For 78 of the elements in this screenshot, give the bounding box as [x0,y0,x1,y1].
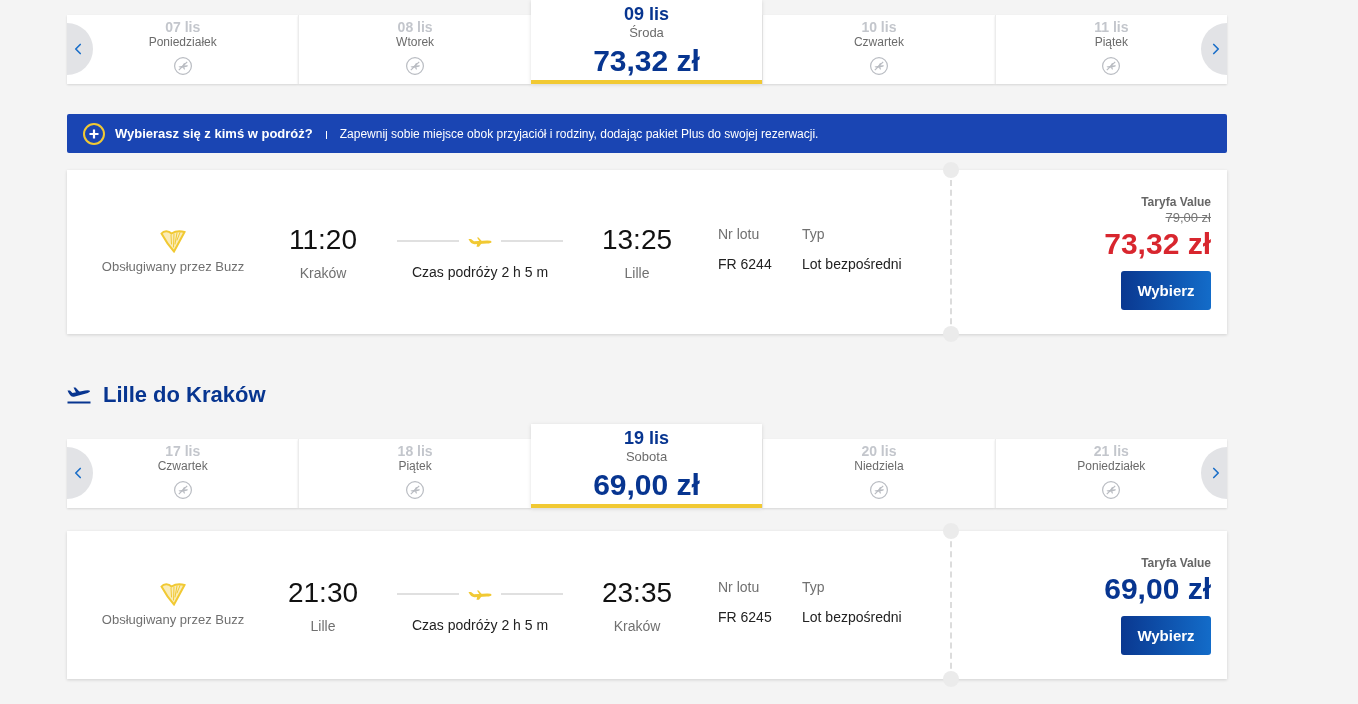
crossed-plane-icon [173,57,192,75]
day-price: 69,00 zł [593,467,700,503]
ticket-notch [943,671,959,687]
date-label: 18 lis [397,443,433,459]
date-label: 21 lis [1093,443,1129,459]
crossed-plane-icon [1102,57,1121,75]
date-label: 19 lis [624,427,670,449]
ticket-notch [943,326,959,342]
flight-type-label: Typ [802,225,825,243]
crossed-plane-icon [869,481,888,499]
select-button[interactable]: Wybierz [1121,271,1211,310]
duration-text: Czas podróży 2 h 5 m [411,264,549,280]
flight-type-label: Typ [802,578,825,596]
flight-number-label: Nr lotu [718,225,760,243]
date-label: 09 lis [624,3,670,25]
date-label: 08 lis [397,19,433,35]
weekday-label: Poniedziałek [1077,459,1146,474]
crossed-plane-icon [869,57,888,75]
select-button[interactable]: Wybierz [1121,616,1211,655]
operator-text: Obsługiwany przez Buzz [101,259,245,275]
operator-text: Obsługiwany przez Buzz [101,612,245,628]
weekday-label: Niedziela [854,459,904,474]
arrival-time: 13:25 [601,222,673,257]
date-tab[interactable]: 08 lis Wtorek [298,15,531,84]
weekday-label: Piątek [1094,35,1128,50]
date-tab[interactable]: 17 lis Czwartek [67,439,299,508]
flight-type: Lot bezpośredni [802,255,902,273]
departure-time: 11:20 [289,222,357,257]
crossed-plane-icon [406,57,425,75]
crossed-plane-icon [1102,481,1121,499]
day-price: 73,32 zł [593,43,700,79]
weekday-label: Sobota [625,449,668,465]
arrival-time: 23:35 [601,575,673,610]
date-tab[interactable]: 10 lis Czwartek [762,15,995,84]
plane-icon [468,235,492,247]
crossed-plane-icon [406,481,425,499]
banner-title: Wybierasz się z kimś w podróż? [115,126,313,141]
flight-number: FR 6245 [718,608,772,626]
weekday-label: Wtorek [396,35,435,50]
flight-number: FR 6244 [718,255,772,273]
arrival-city: Kraków [613,617,661,635]
flight-number-label: Nr lotu [718,578,760,596]
plane-icon [67,386,91,404]
old-price: 79,00 zł [1165,210,1211,226]
plane-icon [468,588,492,600]
arrival-city: Lille [624,264,650,282]
date-tab[interactable]: 07 lis Poniedziałek [67,15,299,84]
date-tab[interactable]: 18 lis Piątek [298,439,531,508]
date-tab[interactable]: 20 lis Niedziela [762,439,995,508]
weekday-label: Czwartek [157,459,208,474]
plus-circle-icon [83,122,105,145]
date-label: 20 lis [861,443,897,459]
date-tab[interactable]: 09 lis Środa 73,32 zł [530,0,763,84]
harp-icon [160,229,186,253]
departure-time: 21:30 [287,575,359,610]
date-tab[interactable]: 11 lis Piątek [994,15,1228,84]
fare-price: 69,00 zł [1104,571,1211,607]
date-label: 11 lis [1094,19,1129,35]
banner-text: Zapewnij sobie miejsce obok przyjaciół i rodziny, dodając pakiet Plus do swojej rezerwacji. [339,126,819,141]
date-label: 17 lis [165,443,201,459]
section-heading: Lille do Kraków [103,381,266,409]
departure-city: Lille [310,617,336,635]
crossed-plane-icon [173,481,192,499]
fare-price: 73,32 zł [1104,226,1211,262]
weekday-label: Poniedziałek [148,35,217,50]
duration-text: Czas podróży 2 h 5 m [411,617,549,633]
fare-label: Taryfa Value [1141,195,1211,210]
weekday-label: Czwartek [853,35,904,50]
date-label: 07 lis [165,19,201,35]
weekday-label: Środa [629,25,664,41]
weekday-label: Piątek [398,459,432,474]
date-tab[interactable]: 21 lis Poniedziałek [994,439,1228,508]
date-label: 10 lis [861,19,897,35]
departure-city: Kraków [299,264,347,282]
harp-icon [160,582,186,606]
date-tab[interactable]: 19 lis Sobota 69,00 zł [530,424,763,508]
fare-label: Taryfa Value [1141,556,1211,571]
flight-type: Lot bezpośredni [802,608,902,626]
